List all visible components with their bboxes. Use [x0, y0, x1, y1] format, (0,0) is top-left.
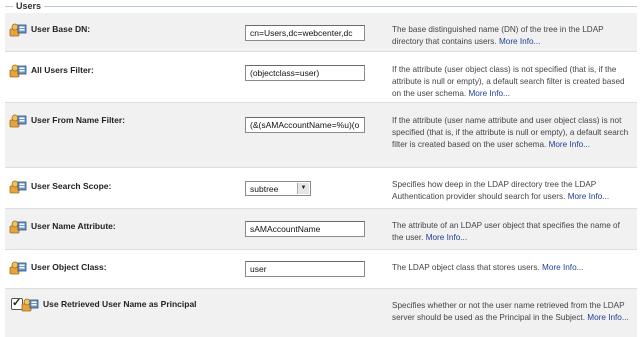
all-users-filter-description: If the attribute (user object class) is …	[392, 64, 632, 100]
users-config-icon	[9, 114, 27, 128]
user-from-name-filter-description: If the attribute (user name attribute an…	[392, 115, 632, 151]
use-retrieved-user-name-description: Specifies whether or not the user name r…	[392, 300, 632, 324]
user-base-dn-label: User Base DN:	[31, 24, 91, 34]
user-name-attribute-description: The attribute of an LDAP user object tha…	[392, 220, 632, 244]
more-info-link[interactable]: More Info...	[542, 263, 583, 272]
row-user-from-name-filter: User From Name Filter: (&(sAMAccountName…	[5, 103, 637, 168]
user-object-class-label: User Object Class:	[31, 262, 107, 272]
user-object-class-input[interactable]: user	[245, 261, 365, 277]
more-info-link[interactable]: More Info...	[549, 140, 590, 149]
all-users-filter-label: All Users Filter:	[31, 65, 94, 75]
select-value: subtree	[250, 184, 279, 194]
row-user-search-scope: User Search Scope: subtree ▼ Specifies h…	[5, 168, 637, 209]
chevron-down-icon[interactable]: ▼	[297, 183, 309, 194]
row-user-object-class: User Object Class: user The LDAP object …	[5, 250, 637, 289]
more-info-link[interactable]: More Info...	[468, 89, 509, 98]
user-base-dn-description: The base distinguished name (DN) of the …	[392, 24, 632, 48]
user-search-scope-select[interactable]: subtree ▼	[245, 181, 311, 196]
all-users-filter-input[interactable]: (objectclass=user)	[245, 65, 365, 81]
description-text: The base distinguished name (DN) of the …	[392, 25, 604, 46]
users-config-icon	[9, 64, 27, 78]
users-config-icon	[9, 23, 27, 37]
users-config-icon	[9, 220, 27, 234]
row-all-users-filter: All Users Filter: (objectclass=user) If …	[5, 52, 637, 103]
check-icon: ✓	[12, 297, 22, 309]
description-text: The LDAP object class that stores users.	[392, 263, 540, 272]
more-info-link[interactable]: More Info...	[499, 37, 540, 46]
user-from-name-filter-input[interactable]: (&(sAMAccountName=%u)(o	[245, 117, 365, 133]
users-config-icon	[9, 261, 27, 275]
users-config-icon	[9, 180, 27, 194]
description-text: Specifies how deep in the LDAP directory…	[392, 180, 597, 201]
user-object-class-description: The LDAP object class that stores users.…	[392, 262, 632, 274]
user-search-scope-label: User Search Scope:	[31, 181, 112, 191]
description-text: If the attribute (user name attribute an…	[392, 116, 629, 149]
user-from-name-filter-label: User From Name Filter:	[31, 115, 125, 125]
section-title: Users	[13, 1, 45, 11]
user-search-scope-description: Specifies how deep in the LDAP directory…	[392, 179, 632, 203]
users-section: Users User Base DN: cn=Users,dc=webcente…	[5, 1, 637, 337]
more-info-link[interactable]: More Info...	[587, 313, 628, 322]
user-name-attribute-input[interactable]: sAMAccountName	[245, 221, 365, 237]
row-user-base-dn: User Base DN: cn=Users,dc=webcenter,dc T…	[5, 13, 637, 52]
row-user-name-attribute: User Name Attribute: sAMAccountName The …	[5, 209, 637, 250]
users-config-icon	[21, 298, 39, 312]
user-base-dn-input[interactable]: cn=Users,dc=webcenter,dc	[245, 25, 365, 41]
more-info-link[interactable]: More Info...	[568, 192, 609, 201]
user-name-attribute-label: User Name Attribute:	[31, 221, 116, 231]
use-retrieved-user-name-label: Use Retrieved User Name as Principal	[43, 299, 197, 309]
more-info-link[interactable]: More Info...	[426, 233, 467, 242]
